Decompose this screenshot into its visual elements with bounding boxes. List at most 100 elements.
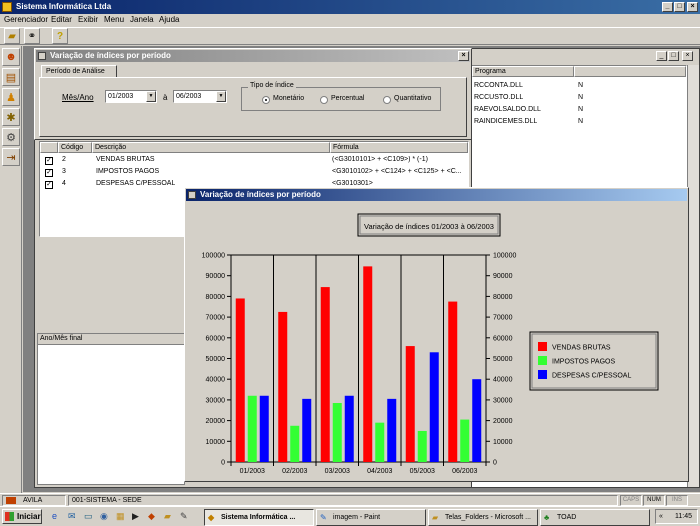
desktop-icon[interactable]: ▭ — [84, 511, 93, 522]
folder-icon[interactable]: ▰ — [164, 511, 171, 522]
y-tick-label-left: 50000 — [206, 356, 226, 363]
radio-percentual-label[interactable]: Percentual — [331, 95, 364, 102]
menu-janela[interactable]: Janela — [130, 15, 154, 24]
status-num: NUM — [643, 495, 665, 506]
row-desc: IMPOSTOS PAGOS — [96, 168, 160, 175]
bar — [290, 425, 300, 462]
y-tick-label-left: 90000 — [206, 273, 226, 280]
minimize-button[interactable]: _ — [656, 51, 667, 61]
start-label: Iniciar — [17, 512, 41, 521]
column-codigo[interactable]: Código — [58, 142, 92, 153]
app-icon: ◆ — [208, 513, 215, 522]
column-programa[interactable]: Programa — [472, 66, 574, 77]
taskbar-paint-label: imagem - Paint — [333, 514, 381, 521]
menu-menu[interactable]: Menu — [104, 15, 124, 24]
close-button[interactable]: × — [687, 2, 698, 12]
list-item-name[interactable]: RCCUSTO.DLL — [474, 94, 523, 101]
outlook-icon[interactable]: ✉ — [68, 511, 76, 522]
exit-icon[interactable]: ⇥ — [2, 148, 20, 166]
radio-monetario-label[interactable]: Monetário — [273, 95, 304, 102]
chevron-down-icon[interactable]: ▼ — [216, 91, 226, 102]
player-icon[interactable]: ▶ — [132, 511, 139, 522]
toolbar: ▰ ⚭ ? — [0, 27, 700, 45]
internet-explorer-icon[interactable]: e — [52, 511, 57, 521]
y-tick-label-left: 80000 — [206, 294, 226, 301]
row-checkbox[interactable]: ✓ — [45, 181, 53, 189]
close-button[interactable]: × — [458, 51, 469, 61]
list-item-name[interactable]: RAINDICEMES.DLL — [474, 118, 537, 125]
row-code: 4 — [62, 180, 66, 187]
radio-quantitativo[interactable] — [383, 96, 391, 104]
row-desc: VENDAS BRUTAS — [96, 156, 155, 163]
radio-percentual[interactable] — [320, 96, 328, 104]
tools-icon[interactable]: ✱ — [2, 108, 20, 126]
person-icon[interactable]: ♟ — [2, 88, 20, 106]
chart-window-title: Variação de índices por período — [200, 190, 321, 199]
windows-logo-icon — [5, 512, 14, 521]
maximize-button[interactable]: □ — [674, 2, 685, 12]
minimize-button[interactable]: _ — [662, 2, 673, 12]
taskbar: Iniciar e ✉ ▭ ◉ ▦ ▶ ◆ ▰ ✎ ◆ Sistema Infor… — [0, 506, 700, 526]
taskbar-toad[interactable]: ♣ TOAD — [540, 509, 650, 526]
row-formula[interactable]: <G3010102> + <C124> + <C125> + <C... — [332, 168, 468, 175]
chart-title: Variação de índices 01/2003 à 06/2003 — [364, 222, 494, 231]
bar — [429, 352, 439, 462]
menu-ajuda[interactable]: Ajuda — [159, 15, 179, 24]
taskbar-sistema[interactable]: ◆ Sistema Informática ... — [204, 509, 314, 526]
list-item-flag: N — [578, 82, 584, 89]
bar — [448, 301, 458, 462]
row-desc: DESPESAS C/PESSOAL — [96, 180, 176, 187]
list-item-name[interactable]: RCCONTA.DLL — [474, 82, 523, 89]
bar — [417, 430, 427, 462]
column-descricao[interactable]: Descrição — [92, 142, 330, 153]
window-icon — [38, 52, 46, 60]
media-icon[interactable]: ◉ — [100, 511, 108, 522]
edit-icon[interactable]: ✎ — [180, 511, 188, 522]
taskbar-sistema-label: Sistema Informática ... — [221, 514, 296, 521]
document-icon[interactable]: ▤ — [2, 68, 20, 86]
status-ins: INS — [666, 495, 688, 506]
menu-editar[interactable]: Editar — [51, 15, 72, 24]
radio-monetario[interactable] — [262, 96, 270, 104]
close-button[interactable]: × — [682, 51, 693, 61]
y-tick-label-right: 80000 — [493, 294, 513, 301]
gears-icon[interactable]: ⚙ — [2, 128, 20, 146]
start-button[interactable]: Iniciar — [2, 509, 42, 524]
row-formula[interactable]: <G3010301> — [332, 180, 468, 187]
list-item-name[interactable]: RAEVOLSALDO.DLL — [474, 106, 541, 113]
to-period-select[interactable]: 06/2003 ▼ — [173, 90, 227, 103]
y-tick-label-right: 10000 — [493, 439, 513, 446]
y-tick-label-left: 40000 — [206, 377, 226, 384]
explorer-icon[interactable]: ▦ — [116, 511, 125, 522]
menu-bar: Gerenciador Editar Exibir Menu Janela Aj… — [0, 14, 700, 27]
taskbar-telas[interactable]: ▰ Telas_Folders - Microsoft ... — [428, 509, 538, 526]
binoculars-icon[interactable]: ⚭ — [24, 28, 40, 44]
app-icon[interactable]: ◆ — [148, 511, 155, 522]
column-flag[interactable] — [574, 66, 686, 77]
folder-open-icon[interactable]: ▰ — [4, 28, 20, 44]
menu-exibir[interactable]: Exibir — [78, 15, 98, 24]
column-formula[interactable]: Fórmula — [330, 142, 468, 153]
from-period-select[interactable]: 01/2003 ▼ — [105, 90, 157, 103]
tray-expand-icon[interactable]: « — [659, 510, 663, 523]
folder-icon: ▰ — [432, 513, 439, 522]
row-checkbox[interactable]: ✓ — [45, 157, 53, 165]
maximize-button[interactable]: □ — [668, 51, 679, 61]
radio-quantitativo-label[interactable]: Quantitativo — [394, 95, 431, 102]
row-formula[interactable]: (<G3010101> + <C109>) * (-1) — [332, 156, 468, 163]
chevron-down-icon[interactable]: ▼ — [146, 91, 156, 102]
status-company: 001-SISTEMA - SEDE — [68, 495, 618, 506]
x-tick-label: 04/2003 — [367, 468, 392, 475]
bar — [460, 419, 470, 462]
column-select[interactable] — [40, 142, 58, 153]
app-title: Sistema Informática Ltda — [16, 2, 112, 11]
help-icon[interactable]: ? — [52, 28, 68, 44]
taskbar-paint[interactable]: ✎ imagem - Paint — [316, 509, 426, 526]
taskbar-toad-label: TOAD — [557, 514, 577, 521]
y-tick-label-left: 10000 — [206, 439, 226, 446]
filter-dialog-title-bar: Variação de índices por período × — [36, 50, 470, 62]
user-icon[interactable]: ☻ — [2, 48, 20, 66]
menu-gerenciador[interactable]: Gerenciador — [4, 15, 48, 24]
row-checkbox[interactable]: ✓ — [45, 169, 53, 177]
clock: 11:45 — [675, 513, 692, 520]
